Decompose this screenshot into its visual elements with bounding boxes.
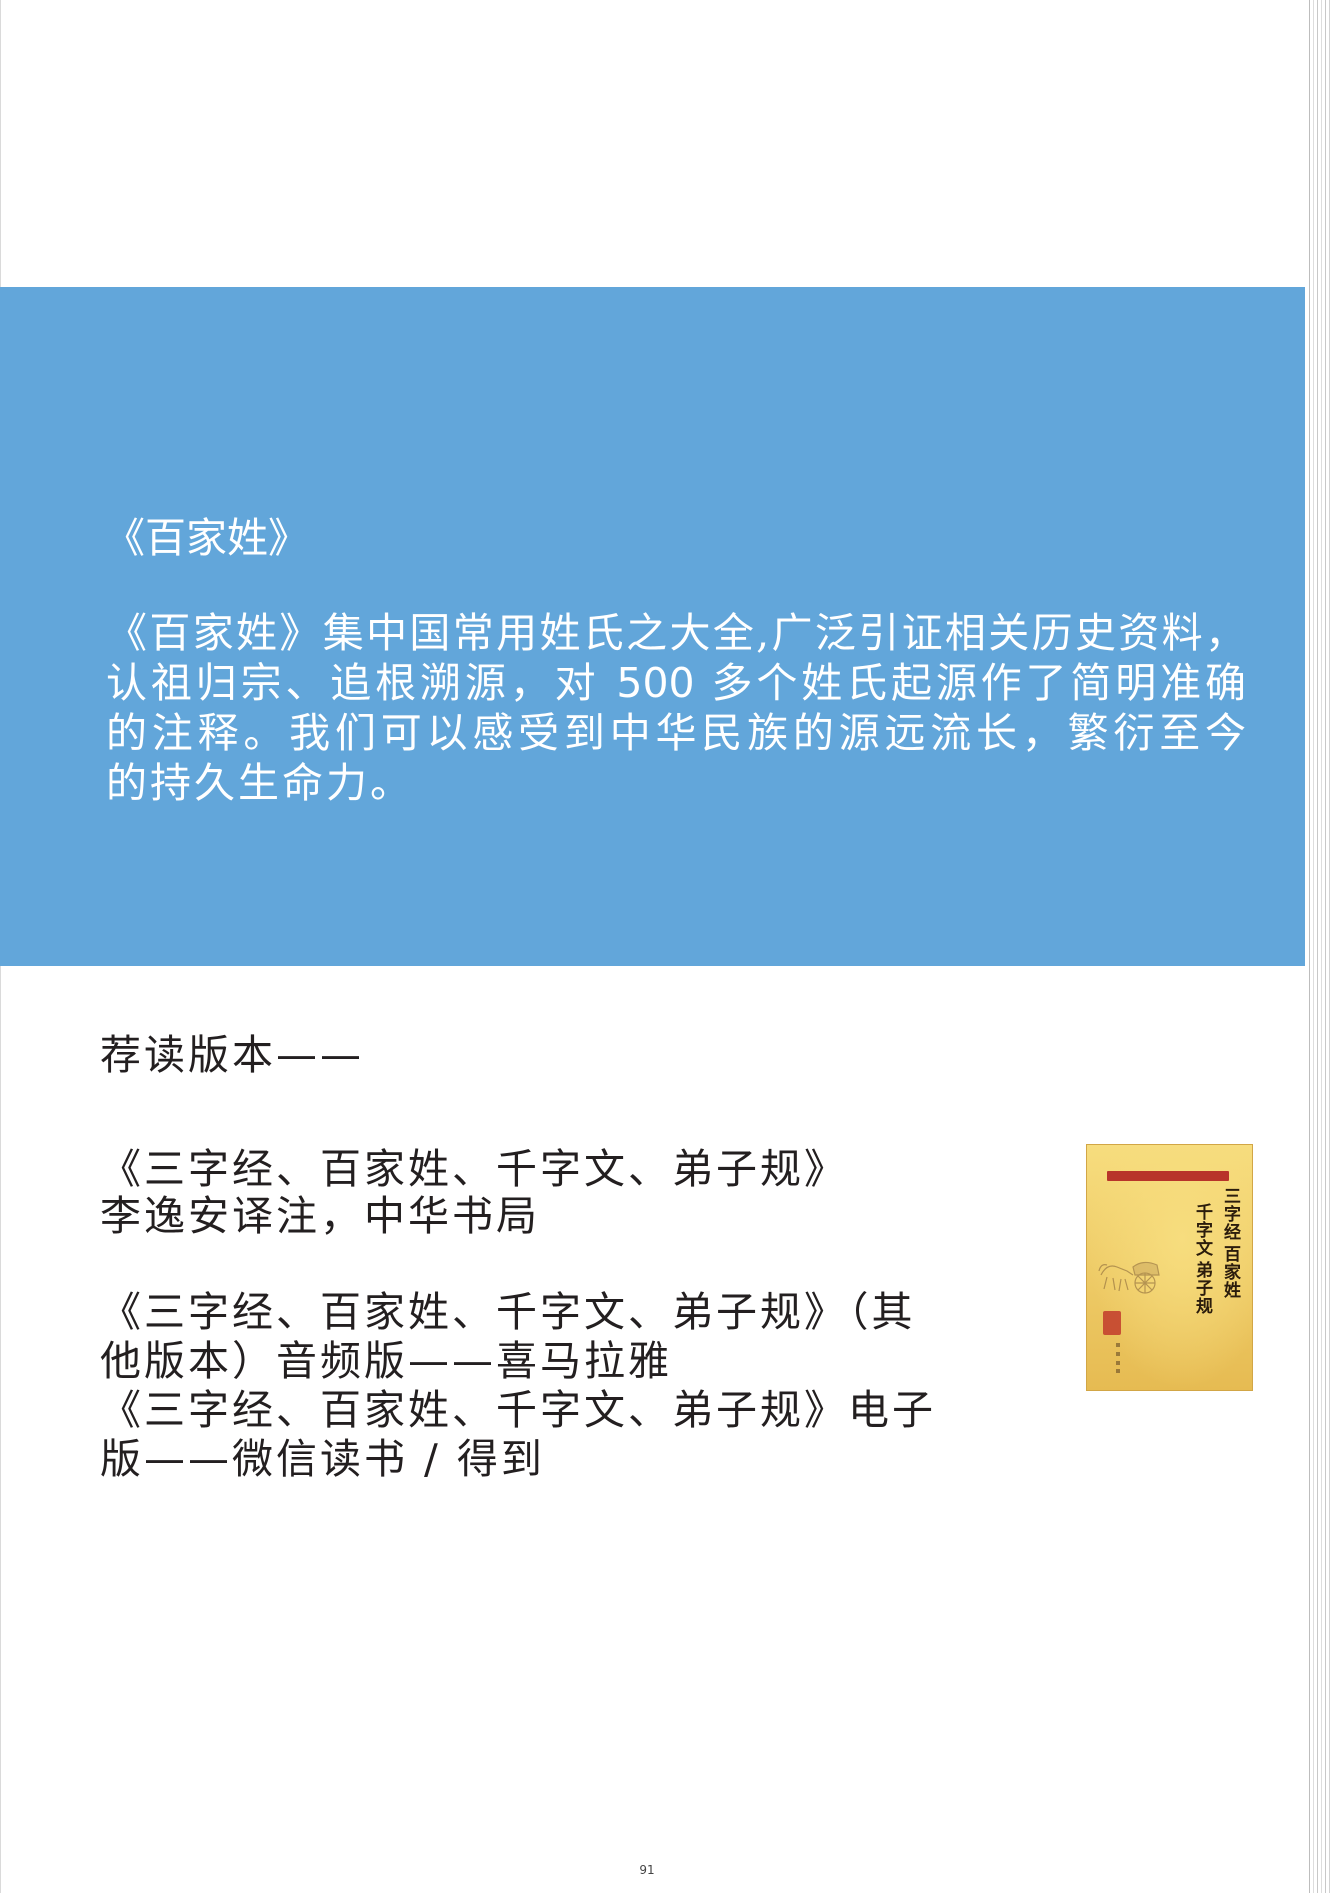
book-entry-line: 《三字经、百家姓、千字文、弟子规》（其 xyxy=(100,1288,916,1336)
book-entry-line: 李逸安译注，中华书局 xyxy=(100,1192,540,1240)
intro-paragraph-line: 的持久生命力。 xyxy=(106,759,414,807)
page-stack-edge xyxy=(1313,0,1314,1893)
intro-title: 《百家姓》 xyxy=(104,514,309,562)
book-entry-line: 他版本）音频版——喜马拉雅 xyxy=(100,1337,672,1385)
intro-paragraph-line: 的注释。我们可以感受到中华民族的源远流长，繁衍至今 xyxy=(106,709,1246,757)
book-entry-ebook-edition: 《三字经、百家姓、千字文、弟子规》电子 版——微信读书 / 得到 xyxy=(100,1386,936,1484)
book-entry-line: 版——微信读书 / 得到 xyxy=(100,1435,545,1483)
intro-panel: 《百家姓》 《百家姓》集中国常用姓氏之大全,广泛引证相关历史资料， 认祖归宗、追… xyxy=(0,287,1305,966)
recommended-editions-heading: 荐读版本—— xyxy=(100,1031,364,1079)
cover-title: 百家姓 xyxy=(1220,1245,1240,1299)
page-stack-edge xyxy=(1317,0,1318,1893)
intro-paragraph-line: 《百家姓》集中国常用姓氏之大全,广泛引证相关历史资料， xyxy=(106,609,1246,657)
book-entry-line: 《三字经、百家姓、千字文、弟子规》 xyxy=(100,1145,848,1193)
intro-paragraph-line: 认祖归宗、追根溯源，对 500 多个姓氏起源作了简明准确 xyxy=(106,659,1246,707)
page-stack-edge xyxy=(1329,0,1330,1893)
document-page: 《百家姓》 《百家姓》集中国常用姓氏之大全,广泛引证相关历史资料， 认祖归宗、追… xyxy=(0,0,1333,1893)
book-entry-print-edition: 《三字经、百家姓、千字文、弟子规》 李逸安译注，中华书局 xyxy=(100,1146,848,1240)
cover-title: 千字文 xyxy=(1192,1203,1212,1257)
chariot-illustration xyxy=(1098,1261,1160,1294)
page-number: 91 xyxy=(639,1863,655,1877)
red-seal-stamp xyxy=(1103,1311,1121,1335)
cover-title: 弟子规 xyxy=(1192,1261,1212,1315)
book-cover-image: 三字经 百家姓 千字文 弟子规 xyxy=(1086,1144,1253,1391)
publisher-imprint-mark xyxy=(1116,1343,1120,1373)
page-stack-edge xyxy=(1321,0,1322,1893)
intro-paragraph: 《百家姓》集中国常用姓氏之大全,广泛引证相关历史资料， 认祖归宗、追根溯源，对 … xyxy=(106,608,1246,808)
page-stack-edge xyxy=(1325,0,1326,1893)
cover-title: 三字经 xyxy=(1220,1187,1240,1241)
book-entry-audio-edition: 《三字经、百家姓、千字文、弟子规》（其 他版本）音频版——喜马拉雅 xyxy=(100,1288,916,1386)
book-entry-line: 《三字经、百家姓、千字文、弟子规》电子 xyxy=(100,1386,936,1434)
series-banner xyxy=(1107,1171,1229,1181)
page-stack-edge xyxy=(1309,0,1310,1893)
